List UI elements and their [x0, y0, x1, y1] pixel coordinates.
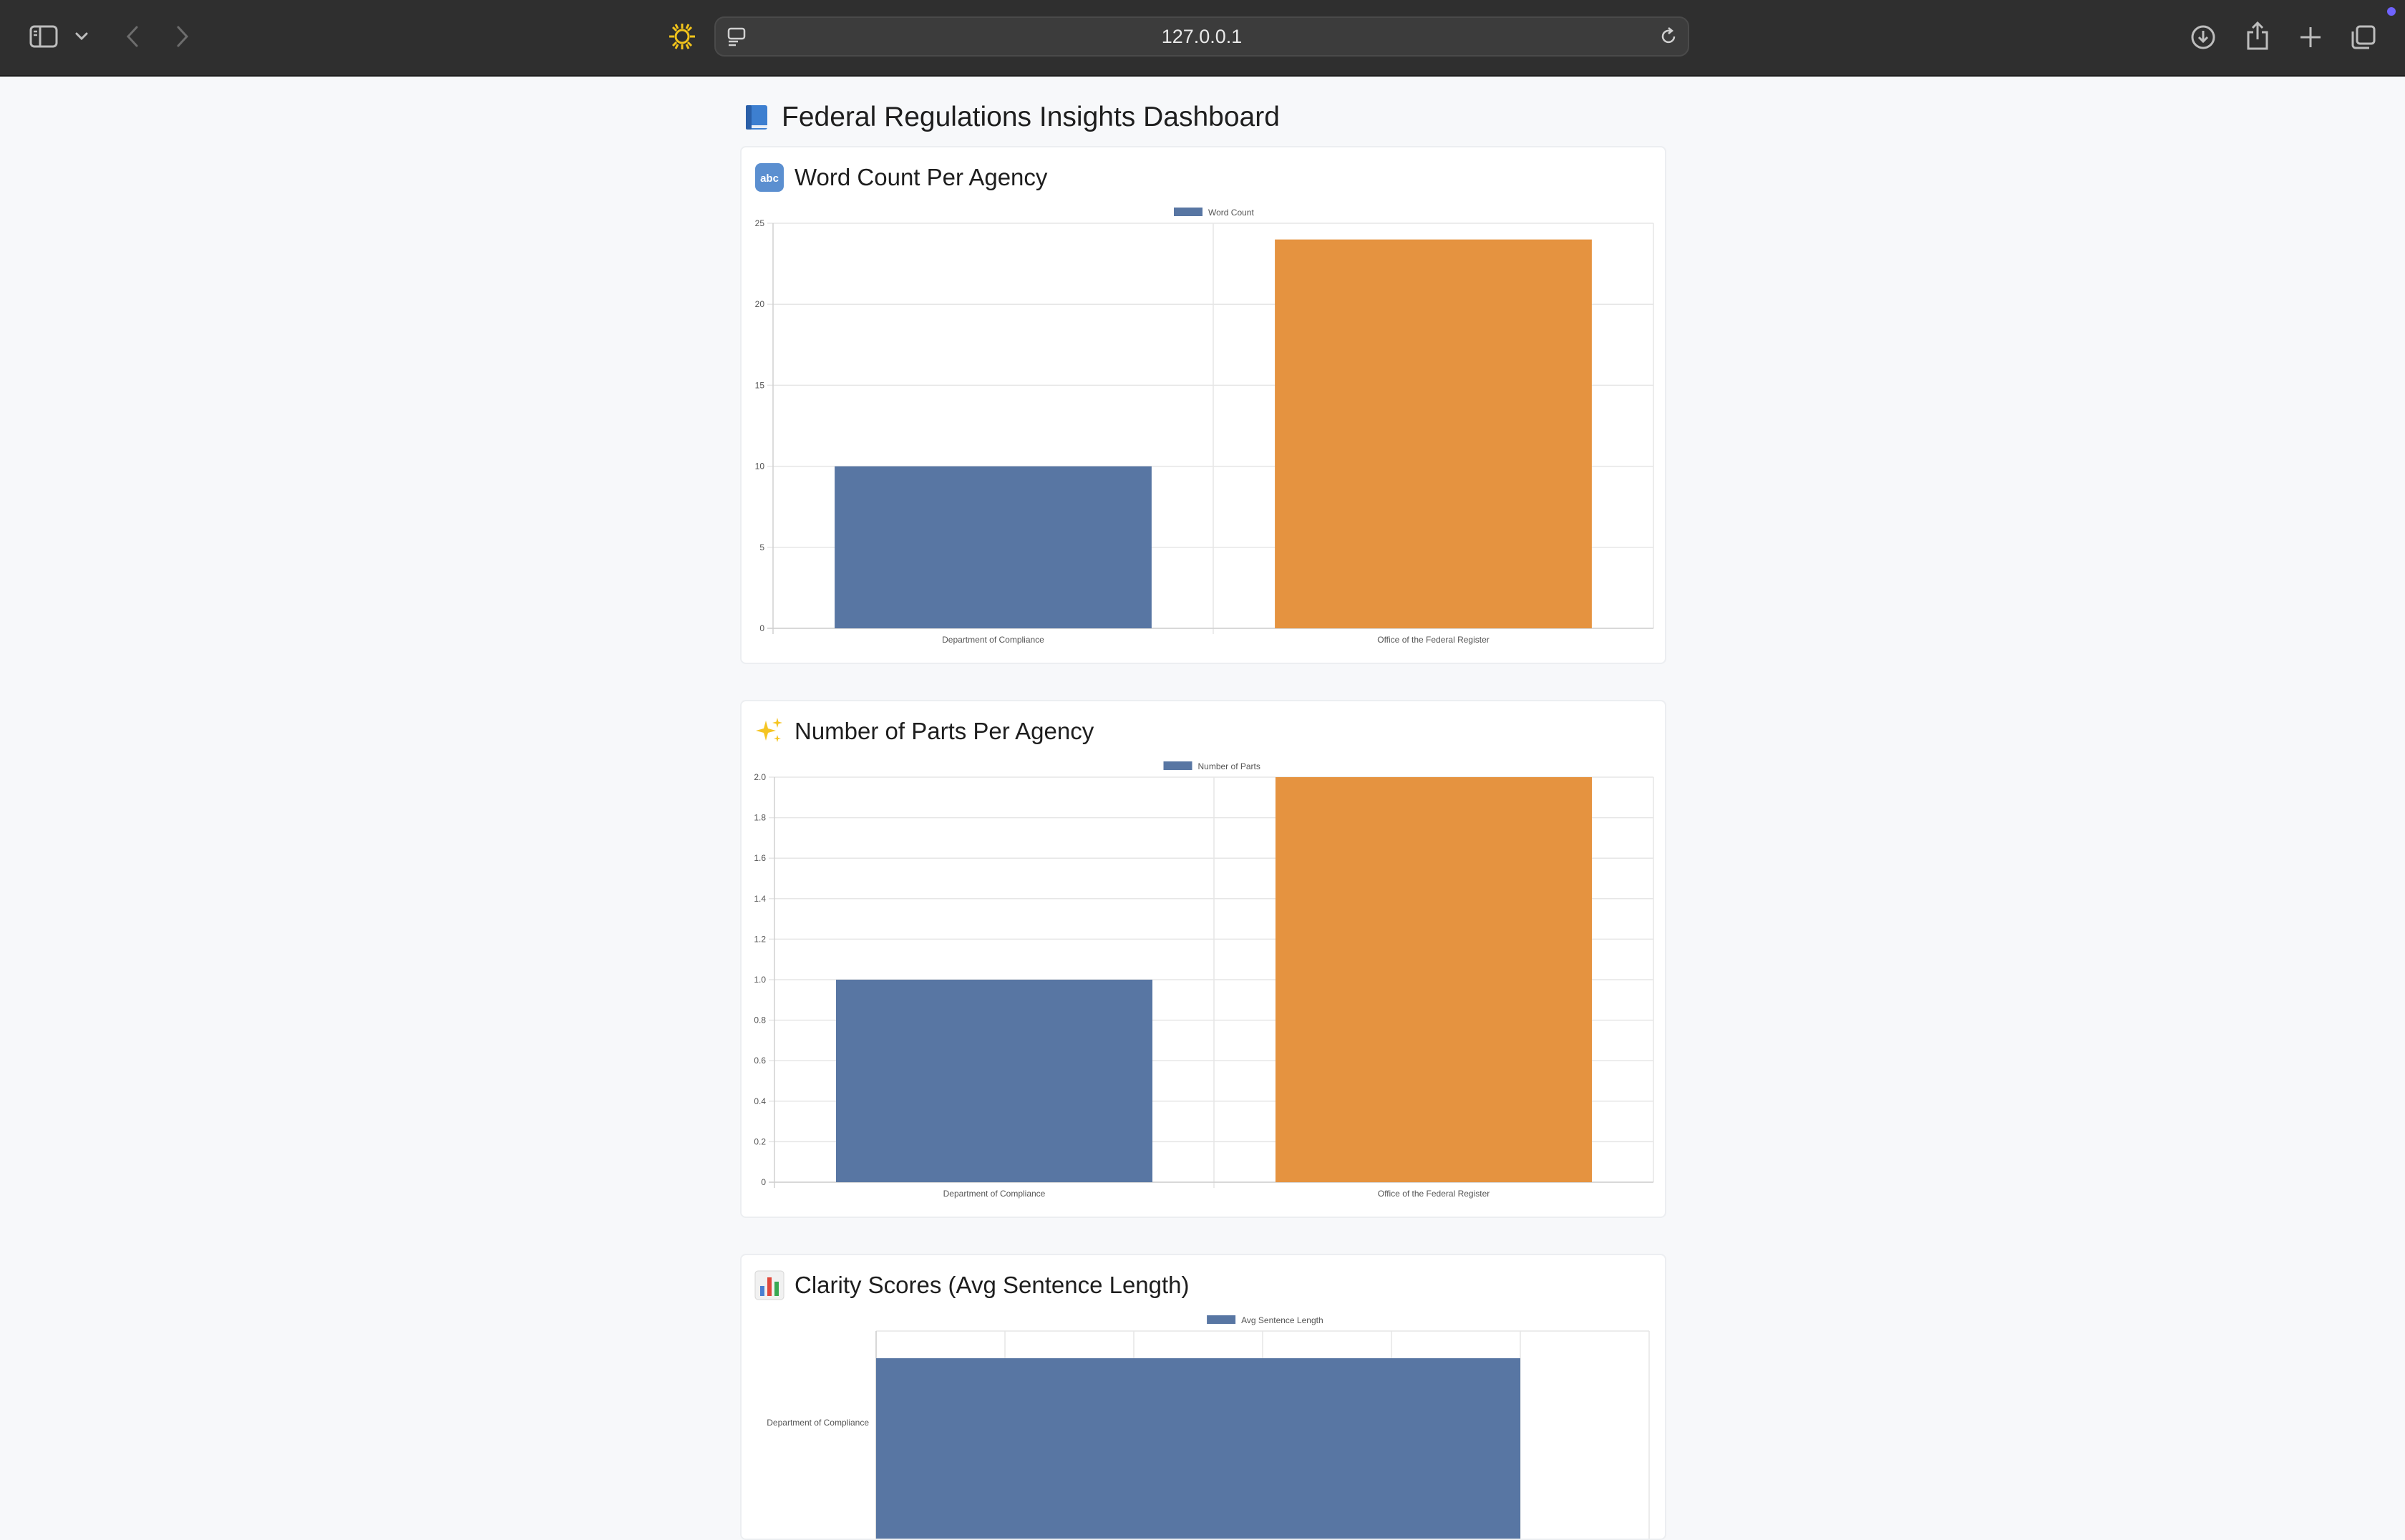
y-tick-label: 1.4 — [754, 894, 766, 904]
clarity-card: Clarity Scores (Avg Sentence Length) Avg… — [740, 1254, 1666, 1540]
chevron-down-icon — [75, 32, 88, 41]
sun-icon — [669, 24, 695, 49]
plus-icon — [2300, 27, 2321, 47]
bar — [1275, 239, 1592, 628]
tabs-icon — [2351, 25, 2376, 49]
blue-book-icon — [742, 102, 772, 132]
downloads-button[interactable] — [2189, 23, 2217, 52]
browser-toolbar: 127.0.0.1 — [0, 0, 2405, 77]
forward-icon — [177, 26, 189, 47]
share-button[interactable] — [2243, 20, 2272, 52]
forward-button[interactable] — [170, 24, 195, 49]
extension-button[interactable] — [667, 21, 697, 52]
x-tick-label: Office of the Federal Register — [1378, 1189, 1490, 1199]
back-icon — [126, 26, 138, 47]
legend-swatch — [1174, 208, 1202, 216]
parts-card: Number of Parts Per Agency Number of Par… — [740, 700, 1666, 1218]
y-tick-label: 2.0 — [754, 772, 766, 782]
sidebar-menu-button[interactable] — [73, 29, 90, 44]
download-icon — [2191, 25, 2215, 49]
url-text[interactable]: 127.0.0.1 — [716, 18, 1688, 55]
y-tick-label: 0.4 — [754, 1096, 766, 1106]
y-tick-label: 0.8 — [754, 1015, 766, 1025]
y-tick-label: 0.6 — [754, 1056, 766, 1066]
y-tick-label: 1.8 — [754, 813, 766, 823]
reload-button[interactable] — [1658, 26, 1679, 47]
address-bar[interactable]: 127.0.0.1 — [714, 16, 1689, 57]
word-count-chart: Word Count 0 5 10 15 20 25 Department of Compli… — [755, 208, 1654, 645]
y-tick-label: 25 — [755, 218, 765, 228]
y-tick-label: Department of Compliance — [767, 1418, 869, 1428]
legend-swatch — [1207, 1315, 1236, 1324]
x-tick-label: Department of Compliance — [943, 1189, 1046, 1199]
sidebar-toggle-button[interactable] — [29, 24, 59, 49]
y-tick-label: 15 — [755, 380, 765, 390]
y-tick-label: 1.2 — [754, 934, 766, 944]
y-tick-label: 5 — [759, 542, 764, 552]
y-tick-label: 0 — [761, 1177, 766, 1187]
new-tab-button[interactable] — [2296, 23, 2325, 52]
notification-dot — [2387, 7, 2396, 16]
legend-label: Word Count — [1208, 208, 1254, 218]
word-count-card: abc Word Count Per Agency Word Count 0 5 10… — [740, 146, 1666, 664]
y-tick-label: 1.0 — [754, 975, 766, 985]
page-title-text: Federal Regulations Insights Dashboard — [782, 102, 1280, 132]
parts-chart: Number of Parts 0 0.2 0.4 0.6 0.8 1.0 1.2 1.4 1.6… — [754, 761, 1654, 1199]
x-tick-label: Department of Compliance — [942, 635, 1044, 645]
y-tick-label: 1.6 — [754, 853, 766, 863]
clarity-chart: Avg Sentence Length Department of Complia… — [767, 1315, 1650, 1539]
sidebar-icon — [29, 25, 58, 48]
reload-icon — [1661, 27, 1676, 44]
bar — [835, 466, 1152, 628]
y-tick-label: 20 — [755, 299, 765, 309]
bar — [876, 1358, 1520, 1539]
page-title: Federal Regulations Insights Dashboard — [742, 97, 1280, 137]
bar — [835, 980, 1153, 1182]
y-tick-label: 10 — [755, 462, 765, 472]
back-button[interactable] — [120, 24, 145, 49]
legend-swatch — [1163, 761, 1192, 770]
bar — [1275, 777, 1593, 1182]
share-icon — [2247, 21, 2268, 50]
y-tick-label: 0.2 — [754, 1136, 766, 1146]
tab-overview-button[interactable] — [2349, 23, 2378, 52]
x-tick-label: Office of the Federal Register — [1377, 635, 1490, 645]
y-tick-label: 0 — [759, 623, 764, 633]
legend-label: Number of Parts — [1198, 761, 1260, 771]
legend-label: Avg Sentence Length — [1241, 1315, 1323, 1325]
